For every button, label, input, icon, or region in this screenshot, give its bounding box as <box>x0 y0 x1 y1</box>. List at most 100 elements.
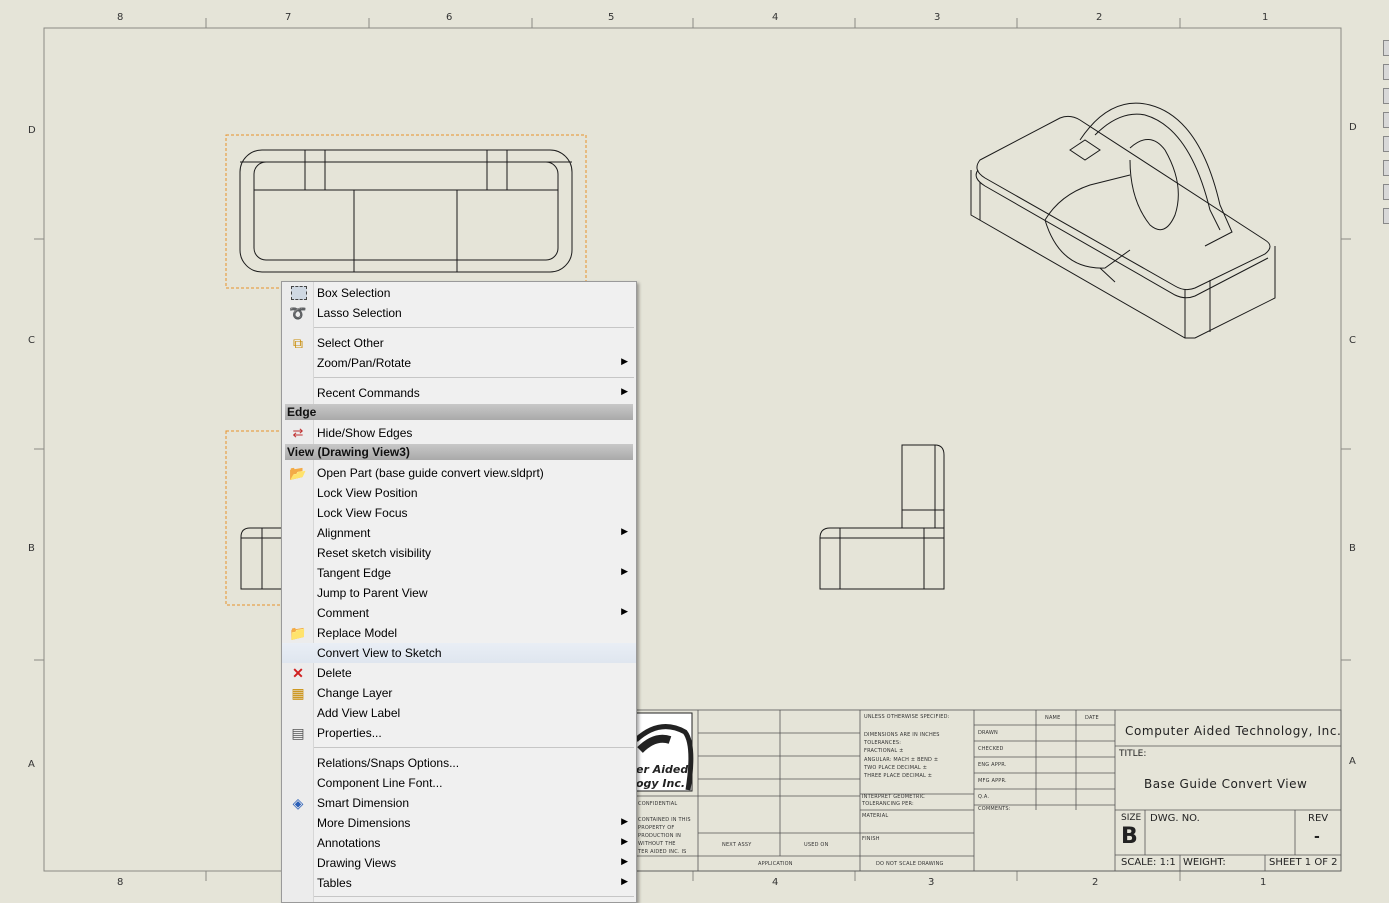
menu-item-zoom-pan-rotate[interactable]: Zoom/Pan/Rotate ▶ <box>282 353 636 373</box>
menu-section-edge: Edge <box>285 404 633 420</box>
zone-top-5: 5 <box>608 12 615 23</box>
unless-specified: UNLESS OTHERWISE SPECIFIED: <box>864 714 950 720</box>
front-view[interactable] <box>239 149 573 273</box>
menu-section-view: View (Drawing View3) <box>285 444 633 460</box>
mfg-appr-label: MFG APPR. <box>978 778 1007 784</box>
view-selection-box-2[interactable] <box>225 430 287 606</box>
task-tab-3[interactable] <box>1383 88 1389 104</box>
menu-separator <box>314 377 634 378</box>
submenu-arrow-icon: ▶ <box>621 836 628 846</box>
zone-left-D: D <box>28 125 36 136</box>
submenu-arrow-icon: ▶ <box>621 386 628 396</box>
task-tab-5[interactable] <box>1383 136 1389 152</box>
open-part-icon: 📂 <box>289 465 307 481</box>
replace-model-icon: 📁 <box>289 625 307 641</box>
menu-item-delete[interactable]: ✕ Delete <box>282 663 636 683</box>
scale-text: SCALE: 1:1 <box>1121 857 1176 868</box>
task-tab-8[interactable] <box>1383 208 1389 224</box>
isometric-view[interactable] <box>970 102 1276 339</box>
dims-line-4: ANGULAR: MACH ± BEND ± <box>864 757 939 763</box>
menu-item-reset-sketch-visibility[interactable]: Reset sketch visibility <box>282 543 636 563</box>
rev-label: REV <box>1308 813 1329 824</box>
menu-label: Recent Commands <box>317 386 420 400</box>
prop-line-3: PRODUCTION IN <box>638 833 682 839</box>
menu-item-alignment[interactable]: Alignment ▶ <box>282 523 636 543</box>
task-tab-6[interactable] <box>1383 160 1389 176</box>
menu-item-replace-model[interactable]: 📁 Replace Model <box>282 623 636 643</box>
menu-item-tables[interactable]: Tables ▶ <box>282 873 636 893</box>
menu-item-jump-to-parent-view[interactable]: Jump to Parent View <box>282 583 636 603</box>
menu-item-lock-view-position[interactable]: Lock View Position <box>282 483 636 503</box>
zone-bottom-1: 1 <box>1260 877 1267 888</box>
menu-item-change-layer[interactable]: ▦ Change Layer <box>282 683 636 703</box>
zone-left-C: C <box>28 335 35 346</box>
prop-line-1: CONTAINED IN THIS <box>638 817 691 823</box>
menu-item-annotations[interactable]: Annotations ▶ <box>282 833 636 853</box>
zone-top-3: 3 <box>934 12 941 23</box>
dims-line-3: FRACTIONAL ± <box>864 748 904 754</box>
menu-item-tangent-edge[interactable]: Tangent Edge ▶ <box>282 563 636 583</box>
change-layer-icon: ▦ <box>291 685 305 701</box>
zone-bottom-2: 2 <box>1092 877 1099 888</box>
finish-label: FINISH <box>862 836 880 842</box>
geo-line-2: TOLERANCING PER: <box>862 801 914 807</box>
menu-item-add-view-label[interactable]: Add View Label <box>282 703 636 723</box>
menu-label: Lock View Focus <box>317 506 408 520</box>
zone-right-D: D <box>1349 122 1357 133</box>
view-selection-box[interactable] <box>225 134 587 289</box>
zone-top-2: 2 <box>1096 12 1103 23</box>
submenu-arrow-icon: ▶ <box>621 356 628 366</box>
menu-item-recent-commands[interactable]: Recent Commands ▶ <box>282 383 636 403</box>
menu-item-component-line-font[interactable]: Component Line Font... <box>282 773 636 793</box>
task-tab-2[interactable] <box>1383 64 1389 80</box>
task-tab-1[interactable] <box>1383 40 1389 56</box>
lasso-icon: ➰ <box>289 305 307 321</box>
zone-bottom-8: 8 <box>117 877 124 888</box>
menu-label: Open Part (base guide convert view.sldpr… <box>317 466 544 480</box>
menu-item-box-selection[interactable]: Box Selection <box>282 283 636 303</box>
task-tab-4[interactable] <box>1383 112 1389 128</box>
box-selection-icon <box>291 286 307 300</box>
menu-item-convert-view-to-sketch[interactable]: Convert View to Sketch <box>282 643 636 663</box>
menu-label: Drawing Views <box>317 856 397 870</box>
menu-label: Add View Label <box>317 706 401 720</box>
menu-item-lasso-selection[interactable]: ➰ Lasso Selection <box>282 303 636 323</box>
logo-text-2: ogy Inc. <box>636 777 686 790</box>
submenu-arrow-icon: ▶ <box>621 856 628 866</box>
zone-left-A: A <box>28 759 35 770</box>
section-label: View (Drawing View3) <box>287 445 410 459</box>
zone-bottom-3: 3 <box>928 877 935 888</box>
menu-item-hide-show-edges[interactable]: ⇄ Hide/Show Edges <box>282 423 636 443</box>
zone-top-7: 7 <box>285 12 292 23</box>
section-label: Edge <box>287 405 317 419</box>
menu-item-lock-view-focus[interactable]: Lock View Focus <box>282 503 636 523</box>
menu-item-more-dimensions[interactable]: More Dimensions ▶ <box>282 813 636 833</box>
geo-line-1: INTERPRET GEOMETRIC <box>862 794 925 800</box>
menu-item-smart-dimension[interactable]: ◈ Smart Dimension <box>282 793 636 813</box>
menu-label: Alignment <box>317 526 371 540</box>
zone-bottom-4: 4 <box>772 877 779 888</box>
eng-appr-label: ENG APPR. <box>978 762 1007 768</box>
menu-item-drawing-views[interactable]: Drawing Views ▶ <box>282 853 636 873</box>
context-menu[interactable]: Box Selection ➰ Lasso Selection ⧉ Select… <box>281 281 637 903</box>
menu-label: Box Selection <box>317 286 391 300</box>
menu-item-comment[interactable]: Comment ▶ <box>282 603 636 623</box>
date-col-label: DATE <box>1085 715 1099 721</box>
drawing-sheet <box>34 18 1351 881</box>
zone-top-1: 1 <box>1262 12 1269 23</box>
menu-label: Smart Dimension <box>317 796 410 810</box>
menu-label: Delete <box>317 666 352 680</box>
menu-item-properties[interactable]: ▤ Properties... <box>282 723 636 743</box>
menu-item-relations-snaps-options[interactable]: Relations/Snaps Options... <box>282 753 636 773</box>
task-tab-7[interactable] <box>1383 184 1389 200</box>
menu-item-select-other[interactable]: ⧉ Select Other <box>282 333 636 353</box>
delete-icon: ✕ <box>292 665 304 681</box>
side-view-right[interactable] <box>819 444 945 590</box>
menu-label: Component Line Font... <box>317 776 443 790</box>
menu-label: Change Layer <box>317 686 393 700</box>
prop-line-5: TER AIDED INC. IS <box>638 849 687 855</box>
menu-item-open-part[interactable]: 📂 Open Part (base guide convert view.sld… <box>282 463 636 483</box>
comments-label: COMMENTS: <box>978 806 1011 812</box>
submenu-arrow-icon: ▶ <box>621 606 628 616</box>
menu-label: Convert View to Sketch <box>317 646 442 660</box>
